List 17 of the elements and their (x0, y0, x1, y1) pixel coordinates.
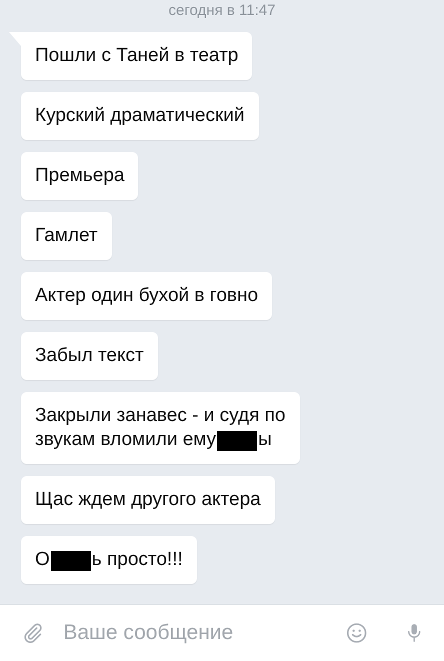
message-text: Щас ждем другого актера (35, 488, 261, 512)
message-text: Премьера (35, 164, 124, 188)
redaction-bar (50, 551, 91, 571)
message-input[interactable]: Ваше сообщение (63, 621, 334, 645)
message-text: ь просто!!! (92, 548, 183, 572)
message-text: звукам вломили ему (35, 428, 216, 452)
redaction-bar (217, 431, 258, 451)
message-text: ы (258, 428, 272, 452)
message-text: Забыл текст (35, 344, 144, 368)
message-timestamp: сегодня в 11:47 (168, 1, 276, 21)
message-text: О (35, 548, 50, 572)
message-text: Гамлет (35, 224, 98, 248)
message-composer[interactable]: Ваше сообщение (0, 604, 444, 661)
message-text: Закрыли занавес - и судя по (35, 404, 286, 428)
message-text: Актер один бухой в говно (35, 284, 258, 308)
message-text: Курский драматический (35, 104, 244, 128)
message-text: Пошли с Таней в театр (35, 44, 238, 68)
